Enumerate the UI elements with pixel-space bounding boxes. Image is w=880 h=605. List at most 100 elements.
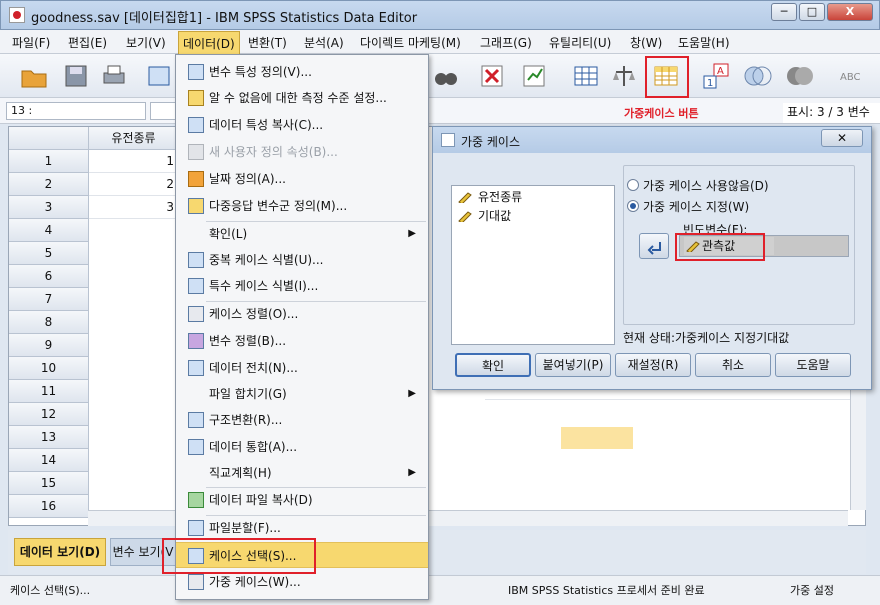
binoculars-icon[interactable] xyxy=(432,62,460,90)
show-all-variables-icon[interactable] xyxy=(786,62,814,90)
menu-window[interactable]: 창(W) xyxy=(630,34,662,51)
variable-properties-icon xyxy=(188,64,204,80)
row-header[interactable]: 4 xyxy=(9,219,89,242)
menu-item-set-measurement-level[interactable]: 알 수 없음에 대한 측정 수준 설정... xyxy=(176,85,428,111)
scale-icon[interactable] xyxy=(610,62,638,90)
maximize-button[interactable]: □ xyxy=(799,3,825,21)
row-header[interactable]: 1 xyxy=(9,150,89,173)
cancel-button[interactable]: 취소 xyxy=(695,353,771,377)
menu-item-duplicate-cases[interactable]: 중복 케이스 식별(U)... xyxy=(176,247,428,273)
row-header[interactable]: 2 xyxy=(9,173,89,196)
save-icon[interactable] xyxy=(62,62,90,90)
row-header[interactable]: 8 xyxy=(9,311,89,334)
grid-line xyxy=(485,399,861,400)
weight-cases-highlight xyxy=(645,56,689,98)
split-file-icon xyxy=(188,520,204,536)
paste-button[interactable]: 붙여넣기(P) xyxy=(535,353,611,377)
column-header-genetic-type[interactable]: 유전종류 xyxy=(89,127,179,150)
dialog-icon xyxy=(441,133,455,147)
status-weight: 가중 설정 xyxy=(790,584,834,597)
dialog-close-button[interactable]: ✕ xyxy=(821,129,863,147)
multiple-response-icon xyxy=(188,198,204,214)
menu-edit[interactable]: 편집(E) xyxy=(68,34,107,51)
data-menu-dropdown: 변수 특성 정의(V)... 알 수 없음에 대한 측정 수준 설정... 데이… xyxy=(175,54,429,600)
selected-cell[interactable] xyxy=(561,427,633,449)
row-header[interactable]: 13 xyxy=(9,426,89,449)
split-file-icon[interactable] xyxy=(572,62,600,90)
grid-cell[interactable]: 1 xyxy=(89,150,179,173)
row-header[interactable]: 7 xyxy=(9,288,89,311)
menu-item-new-custom-attribute: 새 사용자 정의 속성(B)... xyxy=(176,139,428,165)
print-icon[interactable] xyxy=(100,62,128,90)
status-processor: IBM SPSS Statistics 프로세서 준비 완료 xyxy=(508,584,705,597)
restructure-icon xyxy=(188,412,204,428)
spell-check-icon[interactable]: ABC xyxy=(838,62,874,90)
menu-item-unusual-cases[interactable]: 특수 케이스 식별(I)... xyxy=(176,273,428,299)
row-header[interactable]: 5 xyxy=(9,242,89,265)
menu-file[interactable]: 파일(F) xyxy=(12,34,50,51)
select-cases-highlight xyxy=(162,538,316,574)
menu-analyze[interactable]: 분석(A) xyxy=(304,34,344,51)
annotation-label: 가중케이스 버튼 xyxy=(624,107,699,120)
menu-item-merge-files[interactable]: 파일 합치기(G) ▶ xyxy=(176,381,428,407)
transpose-icon xyxy=(188,360,204,376)
row-header[interactable]: 10 xyxy=(9,357,89,380)
row-header[interactable]: 6 xyxy=(9,265,89,288)
menu-graphs[interactable]: 그래프(G) xyxy=(480,34,532,51)
menu-view[interactable]: 보기(V) xyxy=(126,34,166,51)
use-sets-icon[interactable] xyxy=(744,62,772,90)
menu-data[interactable]: 데이터(D) xyxy=(178,31,240,56)
move-variable-button[interactable] xyxy=(639,233,669,259)
weight-cases-dialog: 가중 케이스 ✕ 유전종류 기대값 가중 케이스 사용않음(D) 가중 케이스 … xyxy=(432,126,872,390)
reset-button[interactable]: 재설정(R) xyxy=(615,353,691,377)
menu-item-orthogonal-design[interactable]: 직교계획(H) ▶ xyxy=(176,460,428,486)
tab-data-view[interactable]: 데이터 보기(D) xyxy=(14,538,106,566)
row-header[interactable]: 14 xyxy=(9,449,89,472)
menu-item-define-variable-properties[interactable]: 변수 특성 정의(V)... xyxy=(176,59,428,85)
open-folder-icon[interactable] xyxy=(20,62,48,90)
minimize-button[interactable]: ─ xyxy=(771,3,797,21)
menu-item-restructure[interactable]: 구조변환(R)... xyxy=(176,407,428,433)
menu-item-validation[interactable]: 확인(L) ▶ xyxy=(176,221,428,247)
radio-weight-by[interactable] xyxy=(627,200,639,212)
spss-app-icon xyxy=(9,7,25,23)
window-title: goodness.sav [데이터집합1] - IBM SPSS Statist… xyxy=(31,11,418,26)
corner-header xyxy=(9,127,89,150)
menu-item-transpose[interactable]: 데이터 전치(N)... xyxy=(176,355,428,381)
menu-help[interactable]: 도움말(H) xyxy=(678,34,730,51)
help-button[interactable]: 도움말 xyxy=(775,353,851,377)
close-button[interactable]: X xyxy=(827,3,873,21)
title-bar: goodness.sav [데이터집합1] - IBM SPSS Statist… xyxy=(0,0,880,30)
menu-item-sort-variables[interactable]: 변수 정렬(B)... xyxy=(176,328,428,354)
cell-reference[interactable]: 13 : xyxy=(6,102,146,120)
menu-direct-marketing[interactable]: 다이렉트 마케팅(M) xyxy=(360,34,461,51)
grid-cell[interactable]: 2 xyxy=(89,173,179,196)
variable-item[interactable]: 유전종류 xyxy=(458,188,522,206)
menu-item-copy-data-properties[interactable]: 데이터 특성 복사(C)... xyxy=(176,112,428,138)
menu-utilities[interactable]: 유틸리티(U) xyxy=(549,34,611,51)
variable-item[interactable]: 기대값 xyxy=(458,207,511,225)
insert-variable-icon[interactable] xyxy=(520,62,548,90)
variables-shown: 표시: 3 / 3 변수 xyxy=(783,103,880,123)
menu-item-copy-dataset[interactable]: 데이터 파일 복사(D) xyxy=(176,487,428,513)
row-header[interactable]: 16 xyxy=(9,495,89,518)
ok-button[interactable]: 확인 xyxy=(455,353,531,377)
value-labels-icon[interactable]: A1 xyxy=(702,62,730,90)
menu-item-sort-cases[interactable]: 케이스 정렬(O)... xyxy=(176,301,428,327)
row-header[interactable]: 3 xyxy=(9,196,89,219)
row-header[interactable]: 12 xyxy=(9,403,89,426)
menu-item-aggregate[interactable]: 데이터 통합(A)... xyxy=(176,434,428,460)
insert-cases-icon[interactable] xyxy=(478,62,506,90)
radio-do-not-weight[interactable] xyxy=(627,179,639,191)
menu-bar: 파일(F) 편집(E) 보기(V) 데이터(D) 변환(T) 분석(A) 다이렉… xyxy=(0,30,880,56)
row-header[interactable]: 9 xyxy=(9,334,89,357)
menu-item-define-dates[interactable]: 날짜 정의(A)... xyxy=(176,166,428,192)
row-header[interactable]: 11 xyxy=(9,380,89,403)
menu-item-multiple-response[interactable]: 다중응답 변수군 정의(M)... xyxy=(176,193,428,219)
dialog-recall-icon[interactable] xyxy=(146,62,174,90)
grid-cell[interactable]: 3 xyxy=(89,196,179,219)
row-header[interactable]: 15 xyxy=(9,472,89,495)
variable-list[interactable]: 유전종류 기대값 xyxy=(451,185,615,345)
menu-transform[interactable]: 변환(T) xyxy=(248,34,287,51)
radio-label-do-not-weight: 가중 케이스 사용않음(D) xyxy=(643,179,769,193)
